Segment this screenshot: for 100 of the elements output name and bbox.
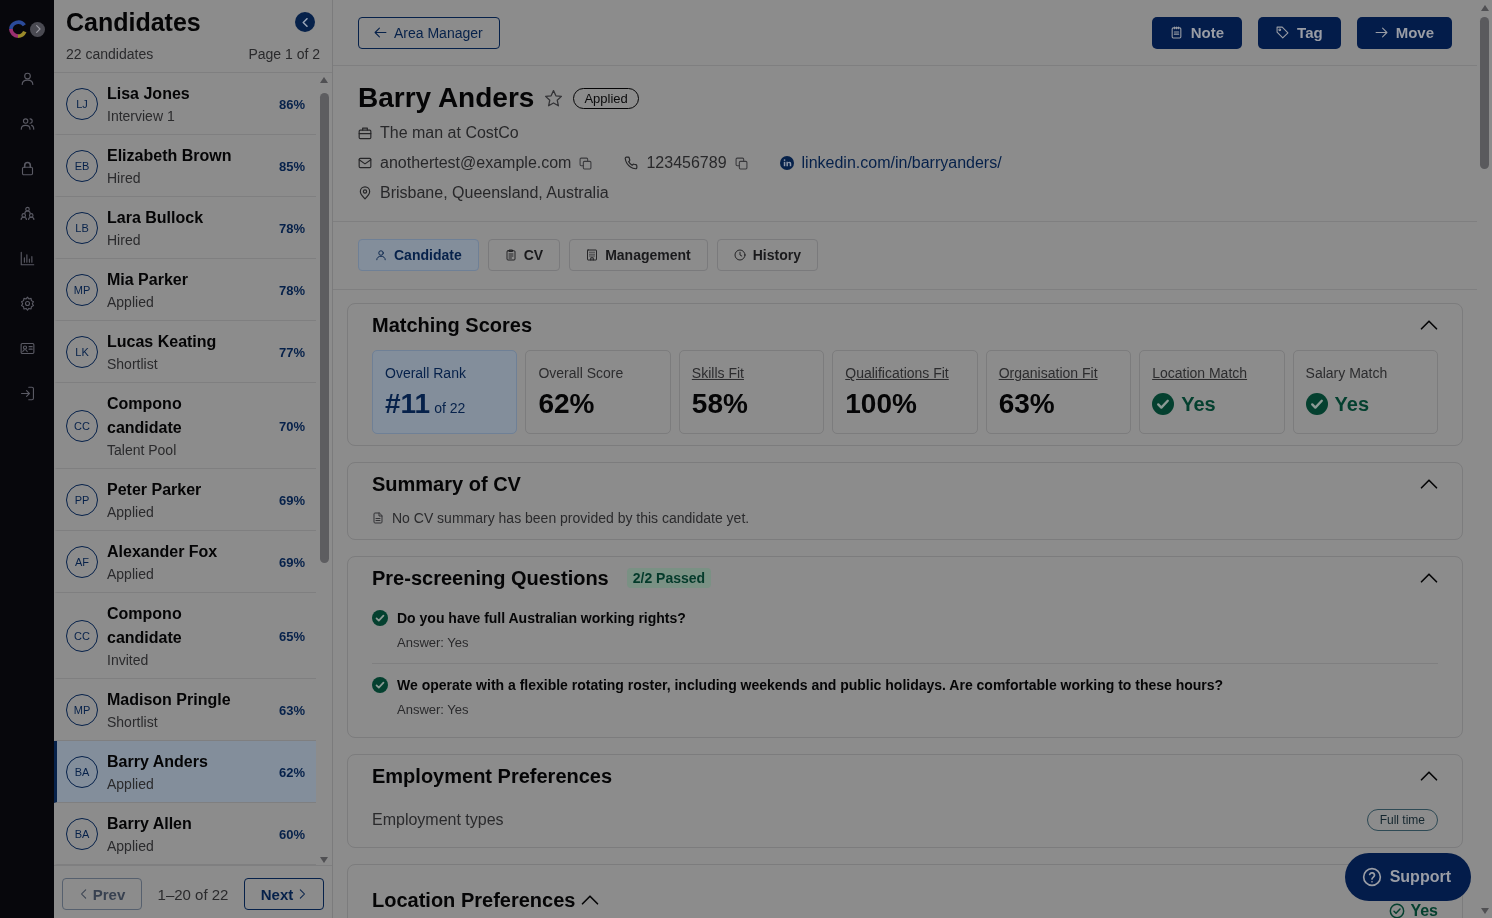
- id-card-icon[interactable]: [19, 341, 35, 356]
- candidate-item[interactable]: LB Lara Bullock Hired 78%: [54, 197, 316, 259]
- candidate-item[interactable]: BA Barry Allen Applied 60%: [54, 803, 316, 865]
- logo-icon: [9, 20, 27, 38]
- match-percentage: 85%: [278, 158, 305, 174]
- match-percentage: 78%: [278, 282, 305, 298]
- check-circle-icon: [1152, 393, 1175, 415]
- location-pin-icon: [358, 186, 372, 200]
- tab[interactable]: CV: [487, 239, 561, 271]
- collapse-panel-button[interactable]: [295, 12, 315, 32]
- chevron-left-icon: [78, 889, 89, 899]
- section-title: Summary of CV: [372, 472, 521, 496]
- sign-in-icon[interactable]: [19, 386, 35, 401]
- candidate-item[interactable]: CC Compono candidate Invited 65%: [54, 593, 316, 679]
- expand-button[interactable]: [30, 21, 45, 37]
- people-group-icon[interactable]: [19, 206, 35, 221]
- candidate-item[interactable]: LK Lucas Keating Shortlist 77%: [54, 321, 316, 383]
- scrollbar-thumb[interactable]: [319, 93, 329, 563]
- score-label: Salary Match: [1305, 364, 1389, 382]
- score-label[interactable]: Skills Fit: [691, 364, 812, 382]
- building-icon: [586, 249, 599, 261]
- match-percentage: 69%: [278, 554, 305, 570]
- candidate-stage: Invited: [107, 651, 150, 670]
- help-icon: [1361, 867, 1382, 887]
- scrollbar-thumb[interactable]: [1480, 17, 1489, 169]
- phone-text: 123456789: [646, 154, 727, 172]
- action-button[interactable]: Move: [1356, 16, 1452, 49]
- rank-total: of 22: [434, 399, 466, 418]
- chevron-right-icon: [297, 889, 308, 899]
- candidate-item[interactable]: LJ Lisa Jones Interview 1 86%: [54, 73, 316, 135]
- candidate-name: Barry Anders: [107, 752, 208, 772]
- candidate-stage: Shortlist: [107, 713, 159, 732]
- candidate-name: Compono candidate: [107, 394, 183, 438]
- candidate-item[interactable]: EB Elizabeth Brown Hired 85%: [54, 135, 316, 197]
- score-value: 100%: [845, 387, 917, 421]
- linkedin-icon: [779, 156, 794, 170]
- action-button[interactable]: Tag: [1258, 16, 1341, 49]
- mail-icon: [358, 156, 372, 170]
- candidate-name: Alexander Fox: [107, 542, 218, 562]
- copy-icon[interactable]: [734, 156, 748, 170]
- candidate-stage: Applied: [107, 837, 155, 856]
- linkedin-link[interactable]: linkedin.com/in/barryanders/: [801, 154, 1002, 172]
- tab[interactable]: History: [716, 239, 818, 271]
- support-button[interactable]: Support: [1344, 853, 1471, 901]
- section-title: Location Preferences: [372, 888, 576, 912]
- candidate-count: 22 candidates: [66, 45, 154, 63]
- match-percentage: 62%: [278, 764, 305, 780]
- answer-text: Answer: Yes: [397, 635, 470, 651]
- tab[interactable]: Management: [569, 239, 708, 271]
- score-label: Overall Rank: [385, 364, 467, 382]
- candidate-item[interactable]: AF Alexander Fox Applied 69%: [54, 531, 316, 593]
- candidate-item[interactable]: MP Mia Parker Applied 78%: [54, 259, 316, 321]
- star-outline-icon[interactable]: [544, 88, 564, 108]
- score-label[interactable]: Qualifications Fit: [845, 364, 965, 382]
- candidate-item[interactable]: BA Barry Anders Applied 62%: [54, 741, 316, 803]
- action-button[interactable]: Note: [1151, 16, 1243, 49]
- candidate-stage: Shortlist: [107, 355, 159, 374]
- match-value: Yes: [1181, 392, 1216, 416]
- candidate-stage: Interview 1: [107, 107, 176, 126]
- answer-text: Answer: Yes: [397, 702, 470, 718]
- candidate-stage: Talent Pool: [107, 441, 178, 460]
- scroll-up-arrow-icon[interactable]: [320, 77, 328, 83]
- score-label[interactable]: Location Match: [1152, 364, 1272, 382]
- user-icon[interactable]: [19, 71, 35, 86]
- users-icon[interactable]: [19, 116, 35, 131]
- candidate-stage: Applied: [107, 565, 155, 584]
- score-label[interactable]: Organisation Fit: [998, 364, 1119, 382]
- tab[interactable]: Candidate: [358, 239, 479, 271]
- scroll-up-arrow-icon[interactable]: [1480, 5, 1489, 11]
- lock-icon[interactable]: [19, 161, 35, 176]
- section-title: Pre-screening Questions: [372, 566, 609, 590]
- phone-icon: [624, 156, 639, 170]
- next-button[interactable]: Next: [244, 878, 324, 910]
- candidate-name: Barry Allen: [107, 814, 192, 834]
- headline-text: The man at CostCo: [380, 124, 519, 142]
- scroll-down-arrow-icon[interactable]: [320, 857, 328, 863]
- page-indicator: Page 1 of 2: [248, 45, 320, 63]
- candidate-name: Lucas Keating: [107, 332, 217, 352]
- clipboard-icon: [504, 249, 517, 261]
- candidate-item[interactable]: CC Compono candidate Talent Pool 70%: [54, 383, 316, 469]
- scroll-down-arrow-icon[interactable]: [1480, 908, 1489, 914]
- email-text: anothertest@example.com: [380, 154, 572, 172]
- candidate-item[interactable]: PP Peter Parker Applied 69%: [54, 469, 316, 531]
- back-button[interactable]: Area Manager: [358, 16, 500, 49]
- match-percentage: 60%: [278, 826, 305, 842]
- question-text: Do you have full Australian working rights?: [397, 609, 686, 627]
- bar-chart-icon[interactable]: [19, 251, 35, 266]
- location-text: Brisbane, Queensland, Australia: [380, 184, 609, 202]
- candidate-stage: Applied: [107, 503, 155, 522]
- candidate-name: Mia Parker: [107, 270, 188, 290]
- copy-icon[interactable]: [579, 156, 593, 170]
- notepad-icon: [1169, 26, 1183, 39]
- candidate-name: Lara Bullock: [107, 208, 204, 228]
- clock-icon: [733, 249, 746, 261]
- question-text: We operate with a flexible rotating roster, including weekends and public holidays. Are comfortable working to these hours?: [397, 676, 1224, 694]
- passed-badge: 2/2 Passed: [626, 568, 712, 588]
- section-title: Employment Preferences: [372, 764, 613, 788]
- arrow-right-icon: [1374, 26, 1388, 39]
- section-title: Matching Scores: [372, 313, 533, 337]
- settings-icon[interactable]: [19, 296, 35, 311]
